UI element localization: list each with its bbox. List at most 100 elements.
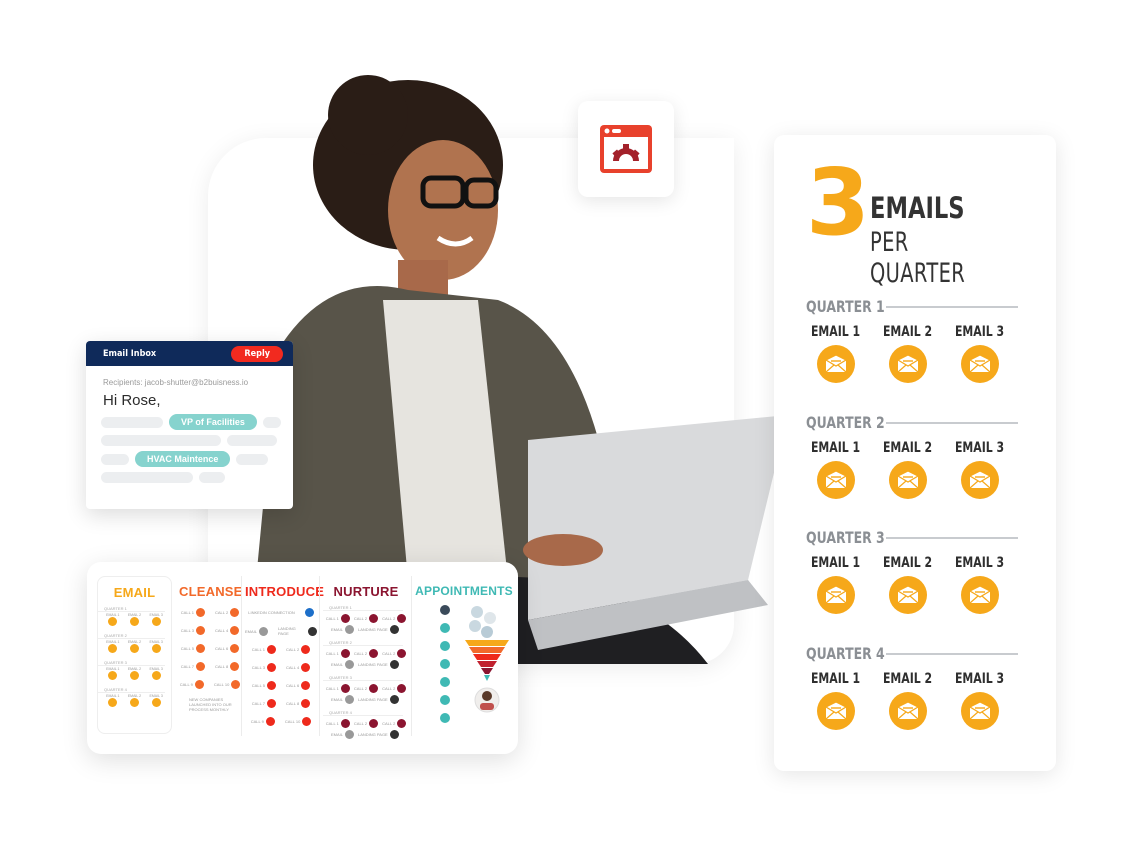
- call-step: CALL 8: [286, 699, 311, 708]
- quarter-section: QUARTER 3 EMAIL 1 EMAIL 2 EMAIL 3: [806, 528, 1018, 614]
- email-label: EMAIL 3: [955, 555, 1005, 571]
- call-row: CALL 7 CALL 8: [179, 662, 241, 671]
- browser-gear-icon: [600, 125, 652, 173]
- email-label: EMAIL 1: [811, 440, 861, 456]
- call-step: CALL 9: [251, 717, 275, 726]
- call-step: CALL 1: [326, 649, 350, 658]
- envelope-icon: [961, 461, 999, 499]
- placeholder-line: [236, 453, 269, 465]
- envelope-icon: [889, 576, 927, 614]
- phone-icon: [369, 649, 379, 658]
- call-step: CALL 3: [252, 663, 276, 672]
- placeholder-line: [101, 416, 163, 428]
- mini-email-step: EMAIL 1: [106, 613, 119, 626]
- call-step: CALL 2: [382, 684, 407, 693]
- call-row: CALL 5 CALL 6: [179, 644, 241, 653]
- call-step: CALL 2: [354, 684, 379, 693]
- phone-icon: [267, 699, 276, 708]
- phone-icon: [369, 684, 379, 693]
- email-step: EMAIL 3: [950, 324, 1010, 383]
- phone-icon: [196, 626, 205, 635]
- email-label: EMAIL 2: [883, 324, 933, 340]
- envelope-icon: [151, 617, 161, 626]
- call-step: CALL 2: [354, 614, 379, 623]
- tag-job-title: VP of Facilities: [169, 414, 257, 430]
- call-step: CALL 2: [286, 645, 311, 654]
- emails-per-quarter-card: 3 EMAILS PER QUARTER QUARTER 1 EMAIL 1 EMA…: [774, 135, 1056, 771]
- reply-button[interactable]: Reply: [231, 345, 283, 362]
- envelope-icon: [108, 617, 118, 626]
- phone-icon: [340, 649, 350, 658]
- mini-email-step: EMAIL 2: [128, 640, 141, 653]
- mini-email-step: EMAIL 3: [149, 640, 163, 653]
- greeting-text: Hi Rose,: [103, 392, 161, 409]
- mini-email-step: EMAIL 2: [128, 694, 141, 707]
- phone-icon: [230, 626, 240, 635]
- recipients-text: Recipients: jacob-shutter@b2buisness.io: [103, 378, 249, 387]
- email-step: EMAIL 2: [878, 324, 938, 383]
- phone-icon: [340, 684, 350, 693]
- envelope-icon: [889, 692, 927, 730]
- envelope-icon: [961, 345, 999, 383]
- call-row: CALL 9 CALL 10: [179, 680, 241, 689]
- column-title: NURTURE: [333, 584, 399, 599]
- emails-count: 3: [806, 149, 871, 256]
- call-step: CALL 6: [215, 644, 240, 653]
- tag-industry: HVAC Maintence: [135, 451, 231, 467]
- phone-icon: [230, 608, 240, 617]
- phone-icon: [340, 719, 350, 728]
- email-label: EMAIL 2: [883, 440, 933, 456]
- phone-icon: [397, 649, 407, 658]
- column-title: APPOINTMENTS: [415, 584, 513, 598]
- mini-email-step: EMAIL 3: [149, 613, 163, 626]
- mini-email-step: EMAIL 2: [128, 667, 141, 680]
- quarter-divider: [886, 305, 1018, 308]
- phone-icon: [369, 614, 379, 623]
- call-step: CALL 4: [286, 663, 311, 672]
- placeholder-line: [101, 435, 221, 446]
- call-step: CALL 3: [181, 626, 205, 635]
- call-row: CALL 9 CALL 10: [245, 717, 317, 726]
- phone-icon: [369, 719, 379, 728]
- call-step: CALL 5: [181, 644, 205, 653]
- phone-icon: [301, 699, 311, 708]
- inbox-title: Email Inbox: [103, 348, 157, 359]
- placeholder-line: [199, 472, 225, 483]
- process-overview-card: EMAIL QUARTER 1 EMAIL 1 EMAIL 2 EMAIL 3 QUAR…: [87, 562, 518, 754]
- phone-icon: [231, 680, 241, 689]
- monitor-icon: [389, 625, 399, 634]
- call-step: CALL 2: [215, 608, 240, 617]
- call-row: CALL 5 CALL 6: [245, 681, 317, 690]
- phone-icon: [230, 662, 240, 671]
- envelope-icon: [108, 644, 118, 653]
- call-step: CALL 7: [181, 662, 205, 671]
- call-row: CALL 1 CALL 2: [179, 608, 241, 617]
- envelope-icon: [108, 698, 118, 707]
- envelope-icon: [259, 626, 269, 636]
- envelope-icon: [129, 644, 139, 653]
- phone-icon: [301, 681, 311, 690]
- call-step: CALL 7: [252, 699, 276, 708]
- envelope-icon: [345, 730, 355, 739]
- call-step: CALL 2: [382, 649, 407, 658]
- call-step: CALL 1: [326, 684, 350, 693]
- phone-icon: [301, 645, 311, 654]
- quarter-label: QUARTER 3: [806, 528, 885, 547]
- email-step: EMAIL 3: [950, 555, 1010, 614]
- envelope-icon: [817, 345, 855, 383]
- column-divider: [411, 576, 412, 736]
- email-step: EMAIL 1: [806, 440, 866, 499]
- column-title: EMAIL: [113, 585, 156, 600]
- inbox-header: Email Inbox Reply: [86, 341, 293, 366]
- phone-icon: [196, 662, 205, 671]
- quarter-section: QUARTER 1 EMAIL 1 EMAIL 2 EMAIL 3: [806, 297, 1018, 383]
- envelope-icon: [129, 617, 139, 626]
- mini-email-step: EMAIL 2: [128, 613, 141, 626]
- call-row: CALL 1 CALL 2: [245, 645, 317, 654]
- envelope-icon: [151, 698, 161, 707]
- call-step: CALL 5: [252, 681, 276, 690]
- email-inbox-card: Email Inbox Reply Recipients: jacob-shut…: [86, 341, 293, 509]
- process-column-email: EMAIL QUARTER 1 EMAIL 1 EMAIL 2 EMAIL 3 QUAR…: [97, 576, 172, 734]
- envelope-icon: [889, 461, 927, 499]
- call-step: CALL 2: [354, 719, 379, 728]
